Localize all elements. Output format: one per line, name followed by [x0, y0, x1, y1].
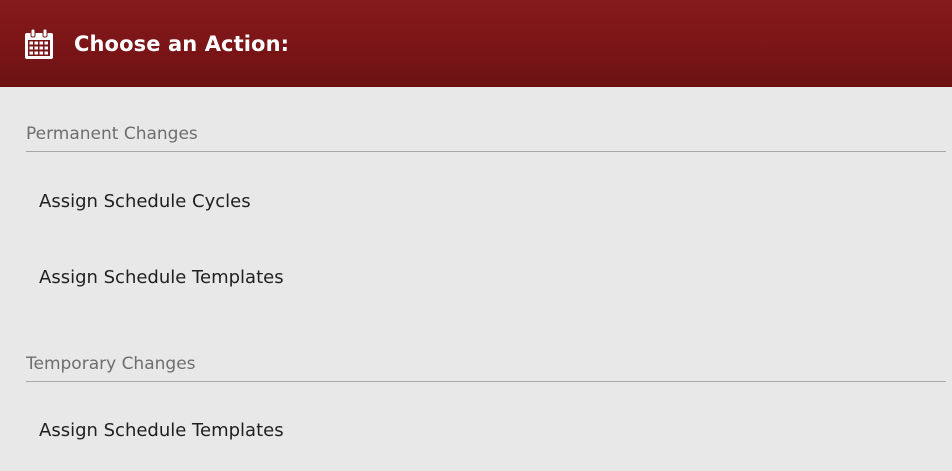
panel-title: Choose an Action: — [74, 31, 290, 56]
choose-action-panel: Choose an Action: Permanent Changes Assi… — [0, 0, 952, 471]
calendar-icon — [20, 25, 58, 63]
assign-schedule-templates-permanent-link[interactable]: Assign Schedule Templates — [39, 267, 284, 288]
panel-header: Choose an Action: — [0, 0, 952, 87]
temporary-changes-section: Temporary Changes — [26, 354, 946, 382]
permanent-changes-section: Permanent Changes — [26, 124, 946, 152]
assign-schedule-templates-temporary-link[interactable]: Assign Schedule Templates — [39, 420, 284, 441]
section-title-temporary: Temporary Changes — [26, 354, 946, 382]
section-title-permanent: Permanent Changes — [26, 124, 946, 152]
assign-schedule-cycles-link[interactable]: Assign Schedule Cycles — [39, 191, 251, 212]
